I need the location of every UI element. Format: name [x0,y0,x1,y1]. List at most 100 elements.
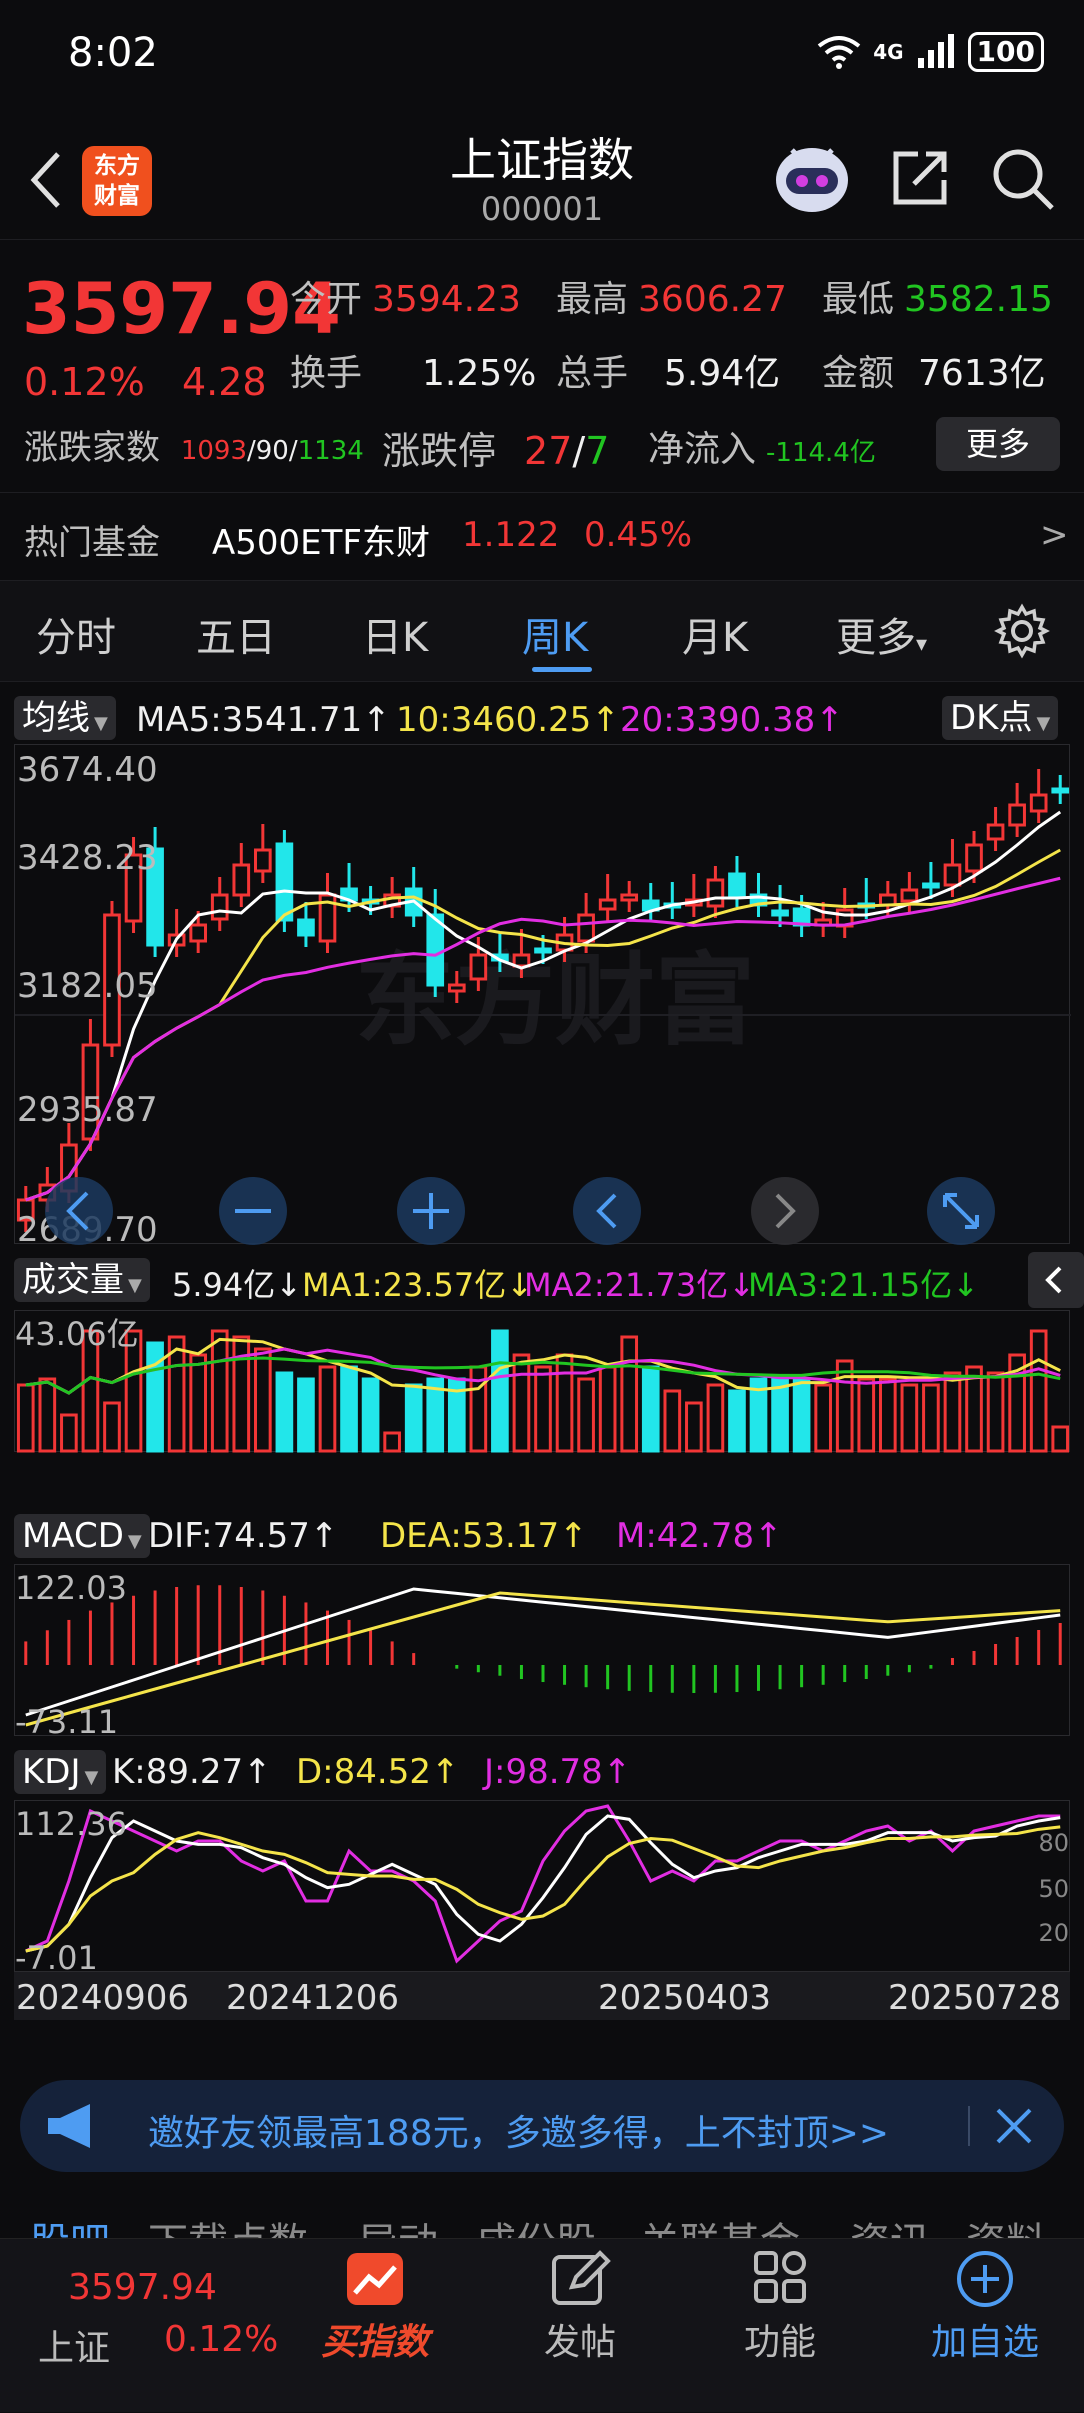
scroll-right-button[interactable] [751,1177,819,1245]
volume-bar [857,1377,876,1453]
candle [232,863,251,897]
sub-tab-guba[interactable]: 股吧 [30,2210,110,2238]
volume-bar [792,1377,811,1453]
bottom-nav: 3597.94 上证 0.12% 买指数 发帖 功能 加自选 [0,2238,1084,2412]
tab-daily-k[interactable]: 日K [362,605,428,663]
kdj-d-line [25,1825,1061,1953]
kdj-panel[interactable]: 112.36 -7.01 80 50 20 [14,1800,1070,1977]
tab-monthly-k[interactable]: 月K [682,605,748,663]
kdj-indicator-selector[interactable]: KDJ ▼ [14,1750,107,1794]
svg-text:20: 20 [1038,1919,1069,1947]
svg-text:-7.01: -7.01 [15,1939,98,1973]
collapse-panel-icon[interactable] [1028,1252,1084,1308]
sub-tab-profile[interactable]: 资料 [966,2210,1046,2238]
candle [254,848,272,873]
candle [534,947,552,954]
clock: 8:02 [68,30,158,76]
volume-bar [900,1383,919,1453]
svg-text:50: 50 [1038,1875,1069,1903]
axis-label: 3428.23 [17,838,158,878]
functions-button[interactable]: 功能 [710,2239,850,2413]
candle [577,913,595,943]
post-button[interactable]: 发帖 [510,2239,650,2413]
settings-gear-icon[interactable] [994,603,1050,659]
ma-indicator-row: 均线 ▼ MA5:3541.71↑ 10:3460.25↑ 20:3390.38↑… [0,690,1084,746]
candle [1029,793,1048,813]
scroll-left-button[interactable] [573,1177,641,1245]
candle [598,898,617,911]
dk-points-button[interactable]: DK点 ▼ [942,696,1059,740]
quote-panel: 3597.94 0.12% 4.28 今开 3594.23 最高 3606.27 最… [0,240,1084,580]
volume-bar [835,1359,854,1453]
volume-bar [641,1365,660,1453]
buy-index-button[interactable]: 买指数 [300,2239,450,2413]
wifi-icon [817,36,861,69]
axis-label: 3182.05 [17,966,158,1006]
ma-indicator-selector[interactable]: 均线 ▼ [14,696,116,740]
candle [620,893,639,902]
zoom-out-button[interactable] [219,1177,287,1245]
robot-assistant-icon[interactable] [770,140,854,216]
tab-weekly-k[interactable]: 周K [522,605,588,663]
sub-tab-download[interactable]: 下载点数 [148,2210,308,2238]
candle [900,888,919,903]
volume-stat: 总手 5.94亿 [556,353,781,394]
scroll-left-far-button[interactable] [45,1177,113,1245]
high-stat: 最高 3606.27 [556,279,787,320]
volume-bar [491,1329,509,1453]
sub-tab-news[interactable]: 资讯 [850,2210,930,2238]
candle [210,893,229,921]
add-watchlist-button[interactable]: 加自选 [910,2239,1060,2413]
more-stats-button[interactable]: 更多 [936,417,1060,471]
tab-intraday[interactable]: 分时 [36,605,116,663]
period-tabs: 分时 五日 日K 周K 月K 更多▾ [0,580,1084,682]
sub-tab-related-funds[interactable]: 关联基金 [640,2210,800,2238]
sub-tab-movement[interactable]: 异动 [358,2210,438,2238]
amount-stat: 金额 7613亿 [822,353,1046,394]
search-icon[interactable] [990,146,1056,212]
volume-bar [598,1365,617,1453]
sub-tab-constituents[interactable]: 成份股 [476,2210,596,2238]
candle [469,953,488,981]
axis-label: 3674.40 [17,750,158,790]
candle [771,909,789,917]
macd-panel[interactable]: 122.03 -73.11 [14,1564,1070,1741]
kdj-chart: 112.36 -7.01 80 50 20 [15,1804,1069,1977]
candle [1051,787,1070,794]
hot-fund-row[interactable]: 热门基金 A500ETF东财 1.122 0.45% > [0,492,1084,580]
tab-five-day[interactable]: 五日 [196,605,276,663]
volume-bar [814,1383,832,1453]
svg-text:112.36: 112.36 [15,1805,127,1843]
close-icon[interactable] [992,2104,1036,2148]
netflow-stat: 净流入 -114.4亿 [648,429,876,470]
divider [968,2106,970,2146]
signal-icon [917,34,954,68]
volume-bar [943,1371,962,1453]
volume-bar [728,1389,746,1453]
volume-bar [620,1335,639,1453]
status-bar: 8:02 4G 100 [0,0,1084,110]
network-type: 4G [873,40,904,64]
turnover-stat: 换手 1.25% [290,353,537,394]
volume-panel[interactable]: 43.06亿 [14,1310,1070,1453]
fullscreen-button[interactable] [927,1177,995,1245]
candle [1008,803,1026,827]
zoom-in-button[interactable] [397,1177,465,1245]
volume-indicator-selector[interactable]: 成交量 ▼ [14,1258,150,1302]
mini-quote[interactable]: 3597.94 上证 0.12% [0,2239,278,2413]
volume-bar [404,1383,423,1453]
volume-bar [986,1371,1005,1453]
tab-more[interactable]: 更多▾ [836,605,927,663]
macd-indicator-selector[interactable]: MACD ▼ [14,1514,150,1558]
volume-bar [577,1377,595,1453]
svg-text:122.03: 122.03 [15,1569,127,1607]
share-icon[interactable] [888,146,952,210]
status-icons: 4G 100 [817,32,1044,72]
kline-panel[interactable]: 东方财富 3674.40 3428.23 3182.05 2935.87 268… [14,744,1071,1250]
volume-bar [512,1353,531,1453]
invite-banner[interactable]: 邀好友领最高188元，多邀多得，上不封顶>> [20,2080,1064,2172]
kdj-indicator-row: KDJ ▼ K:89.27↑ D:84.52↑ J:98.78↑ [0,1744,1084,1800]
watermark: 东方财富 [355,942,755,1059]
candle [297,918,315,937]
change-amount: 4.28 [182,360,267,404]
